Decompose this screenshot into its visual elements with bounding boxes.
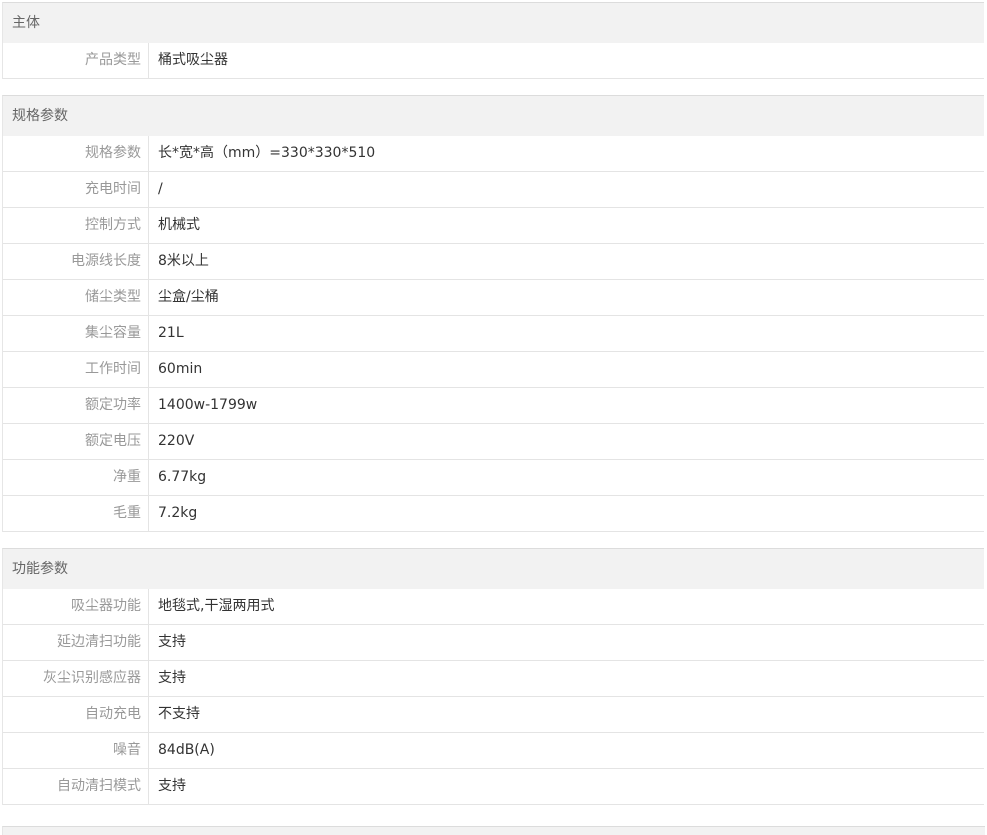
spec-row: 吸尘器功能 地毯式,干湿两用式: [3, 589, 984, 625]
spec-row: 自动清扫模式 支持: [3, 769, 984, 805]
spec-value: 桶式吸尘器: [158, 52, 228, 68]
spec-row: 电源线长度 8米以上: [3, 244, 984, 280]
section-title: 规格参数: [3, 96, 984, 136]
spec-key: 集尘容量: [3, 316, 149, 351]
spec-value: 21L: [158, 325, 184, 341]
spec-value: 60min: [158, 361, 203, 377]
spec-row: 噪音 84dB(A): [3, 733, 984, 769]
spec-key: 净重: [3, 460, 149, 495]
spec-row: 规格参数 长*宽*高（mm）=330*330*510: [3, 136, 984, 172]
section-main: 主体 产品类型 桶式吸尘器: [2, 2, 984, 79]
spec-value: 机械式: [158, 217, 200, 233]
spec-key: 规格参数: [3, 136, 149, 171]
spec-key: 产品类型: [3, 43, 149, 78]
spec-key: 额定电压: [3, 424, 149, 459]
spec-value: 支持: [158, 778, 186, 794]
spec-value: 6.77kg: [158, 469, 207, 485]
spec-key: 自动充电: [3, 697, 149, 732]
spec-key: 灰尘识别感应器: [3, 661, 149, 696]
spec-value: 支持: [158, 670, 186, 686]
spec-value: 8米以上: [158, 253, 209, 269]
spec-key: 毛重: [3, 496, 149, 531]
spec-value: /: [158, 181, 163, 197]
spec-value: 尘盒/尘桶: [158, 289, 219, 305]
spec-row: 产品类型 桶式吸尘器: [3, 43, 984, 79]
spec-value: 支持: [158, 634, 186, 650]
section-title: 功能参数: [3, 549, 984, 589]
spec-key: 延边清扫功能: [3, 625, 149, 660]
spec-row: 充电时间 /: [3, 172, 984, 208]
spec-value: 长*宽*高（mm）=330*330*510: [158, 145, 376, 161]
spec-row: 延边清扫功能 支持: [3, 625, 984, 661]
spec-row: 净重 6.77kg: [3, 460, 984, 496]
spec-value: 220V: [158, 433, 195, 449]
spec-value: 7.2kg: [158, 505, 198, 521]
spec-row: 工作时间 60min: [3, 352, 984, 388]
spec-row: 灰尘识别感应器 支持: [3, 661, 984, 697]
spec-key: 控制方式: [3, 208, 149, 243]
spec-key: 工作时间: [3, 352, 149, 387]
spec-row: 控制方式 机械式: [3, 208, 984, 244]
spec-row: 额定电压 220V: [3, 424, 984, 460]
spec-row: 额定功率 1400w-1799w: [3, 388, 984, 424]
spec-key: 吸尘器功能: [3, 589, 149, 624]
spec-key: 充电时间: [3, 172, 149, 207]
spec-value: 不支持: [158, 706, 200, 722]
spec-table: 主体 产品类型 桶式吸尘器 规格参数 规格参数 长*宽*高（mm）=330*33…: [2, 2, 984, 821]
spec-value: 1400w-1799w: [158, 397, 258, 413]
spec-key: 电源线长度: [3, 244, 149, 279]
spec-key: 自动清扫模式: [3, 769, 149, 804]
spec-row: 集尘容量 21L: [3, 316, 984, 352]
spec-row: 自动充电 不支持: [3, 697, 984, 733]
section-features: 功能参数 吸尘器功能 地毯式,干湿两用式 延边清扫功能 支持 灰尘识别感应器 支…: [2, 548, 984, 805]
spec-key: 储尘类型: [3, 280, 149, 315]
spec-key: 噪音: [3, 733, 149, 768]
spec-value: 84dB(A): [158, 742, 215, 758]
section-title: 主体: [3, 3, 984, 43]
spec-row: 储尘类型 尘盒/尘桶: [3, 280, 984, 316]
spec-row: 毛重 7.2kg: [3, 496, 984, 532]
spec-key: 额定功率: [3, 388, 149, 423]
section-specs: 规格参数 规格参数 长*宽*高（mm）=330*330*510 充电时间 / 控…: [2, 95, 984, 532]
spec-value: 地毯式,干湿两用式: [158, 598, 275, 614]
